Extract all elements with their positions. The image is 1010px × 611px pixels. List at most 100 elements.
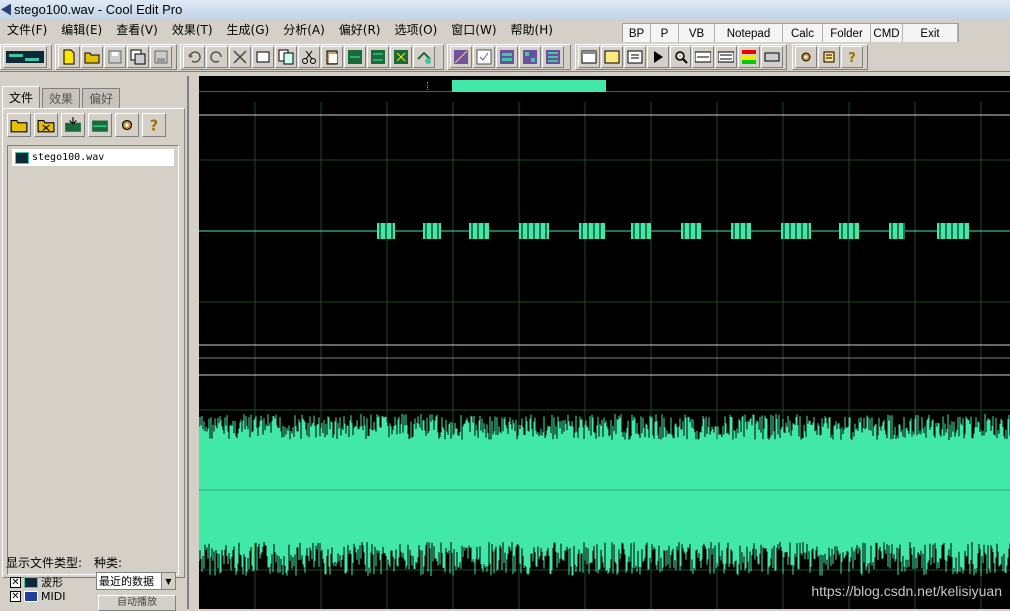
p-button[interactable]: P [651,24,679,43]
overview-bar[interactable] [199,80,1010,92]
spectral-view-icon [453,49,469,65]
data-display-button[interactable] [715,46,737,68]
edit-wave-icon [91,116,109,134]
calc-button[interactable]: Calc [783,24,823,43]
cut-button[interactable] [298,46,320,68]
level-meter-button[interactable] [738,46,760,68]
toolbar-group-settings: ? [792,44,868,70]
options-button[interactable] [115,113,139,137]
visible-range[interactable] [452,80,606,92]
waveform-display[interactable] [193,76,1010,609]
paste-new-button[interactable] [344,46,366,68]
gear-icon [118,116,136,134]
file-list-item[interactable]: stego100.wav [12,149,174,166]
filter-midi[interactable]: ✕ MIDI [10,590,65,603]
mix-view-icon [522,49,538,65]
zoom-button[interactable] [670,46,692,68]
help-icon: ? [145,116,163,134]
edit-file-button[interactable] [88,113,112,137]
scripts-icon [821,49,837,65]
kind-select-value: 最近的数据 [99,573,154,589]
midi-checkbox[interactable]: ✕ [10,591,21,602]
paste-button[interactable] [321,46,343,68]
save-button[interactable] [104,46,126,68]
close-file-button[interactable] [34,113,58,137]
save-icon [107,49,123,65]
waveform-canvas[interactable] [199,102,1010,609]
info-button[interactable] [601,46,623,68]
filter-waveform[interactable]: ✕ 波形 [10,574,63,590]
svg-text:?: ? [848,51,856,65]
waveform-type-icon [24,577,38,588]
menu-edit[interactable]: 编辑(E) [54,21,109,38]
scripts-button[interactable] [818,46,840,68]
arrange-view-icon [545,49,561,65]
exit-button[interactable]: Exit [903,24,958,43]
time-display-button[interactable] [692,46,714,68]
file-actions: ? [7,113,169,137]
window-icon [581,49,597,65]
window-button[interactable] [578,46,600,68]
repeat-button[interactable] [229,46,251,68]
status-bar-button[interactable] [761,46,783,68]
open-file-button[interactable] [81,46,103,68]
trim-button[interactable] [390,46,412,68]
menu-window[interactable]: 窗口(W) [444,21,503,38]
mix-paste-button[interactable] [367,46,389,68]
edit-view-icon [476,49,492,65]
undo-icon [186,49,202,65]
menu-analyze[interactable]: 分析(A) [276,21,332,38]
menu-options[interactable]: 选项(O) [387,21,444,38]
bp-button[interactable]: BP [623,24,651,43]
arrange-view-button[interactable] [542,46,564,68]
menu-view[interactable]: 查看(V) [109,21,165,38]
play-list-button[interactable] [647,46,669,68]
edit-view-button[interactable] [473,46,495,68]
cmd-button[interactable]: CMD [871,24,903,43]
menu-help[interactable]: 帮助(H) [504,21,560,38]
copy-new-button[interactable] [275,46,297,68]
cue-list-button[interactable] [624,46,646,68]
settings-button[interactable] [795,46,817,68]
help-button[interactable]: ? [142,113,166,137]
tab-favorites[interactable]: 偏好 [82,88,120,108]
multitrack-toggle-button[interactable] [3,46,47,68]
open-folder-icon [84,49,100,65]
notepad-button[interactable]: Notepad [715,24,783,43]
waveform-file-icon [15,152,29,164]
new-file-icon [61,49,77,65]
level-meter-icon [741,49,757,65]
quick-launch-bar: BP P VB Notepad Calc Folder CMD Exit [622,23,959,44]
menu-file[interactable]: 文件(F) [0,21,54,38]
waveform-checkbox[interactable]: ✕ [10,577,21,588]
kind-select[interactable]: 最近的数据 ▼ [96,572,176,590]
vb-button[interactable]: VB [679,24,715,43]
gear-icon [798,49,814,65]
insert-into-multitrack-button[interactable] [61,113,85,137]
crop-button[interactable] [413,46,435,68]
tab-effects[interactable]: 效果 [42,88,80,108]
help-button[interactable]: ? [841,46,863,68]
window-title: stego100.wav - Cool Edit Pro [14,2,182,17]
menu-effects[interactable]: 效果(T) [165,21,220,38]
spectral-view-button[interactable] [450,46,472,68]
save-copy-button[interactable] [127,46,149,68]
new-file-button[interactable] [58,46,80,68]
folder-button[interactable]: Folder [823,24,871,43]
save-all-button[interactable] [150,46,172,68]
insert-icon [64,116,82,134]
redo-button[interactable] [206,46,228,68]
multitrack-view-button[interactable] [496,46,518,68]
save-copy-icon [130,49,146,65]
menu-generate[interactable]: 生成(G) [220,21,277,38]
copy-button[interactable] [252,46,274,68]
paste-new-icon [347,49,363,65]
mix-view-button[interactable] [519,46,541,68]
open-file-button[interactable] [7,113,31,137]
undo-button[interactable] [183,46,205,68]
play-list-icon [650,49,666,65]
menu-favorites[interactable]: 偏好(R) [332,21,388,38]
tab-files[interactable]: 文件 [2,86,40,108]
file-list: stego100.wav [7,145,179,575]
chevron-down-icon[interactable]: ▼ [161,573,175,589]
